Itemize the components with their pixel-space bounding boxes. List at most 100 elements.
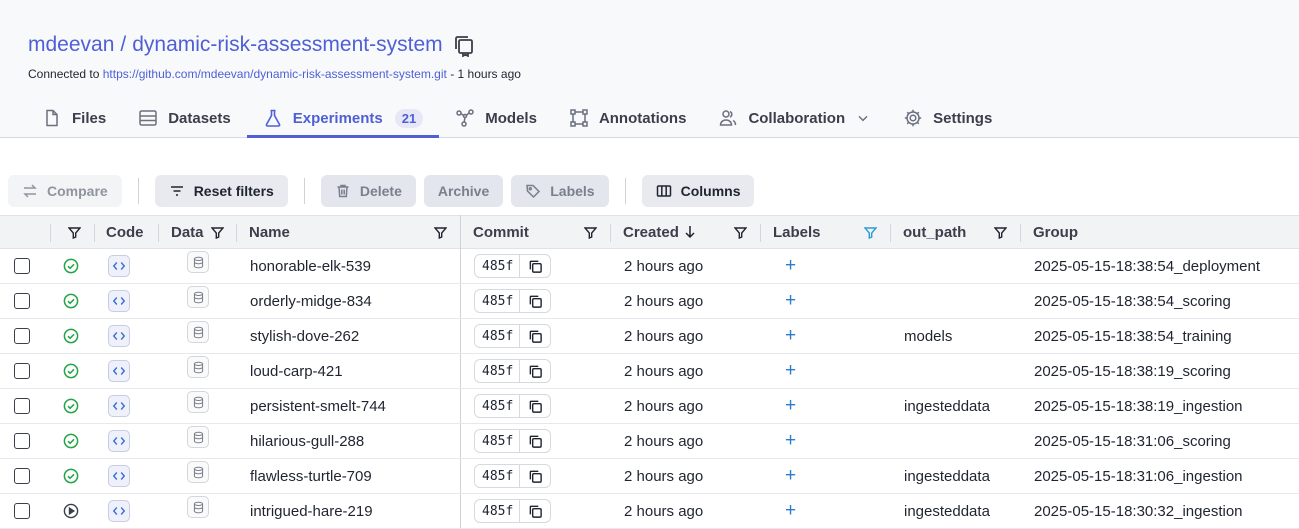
tab-experiments[interactable]: Experiments 21 (246, 100, 440, 138)
column-header-labels[interactable]: Labels (773, 216, 821, 248)
experiment-name-link[interactable]: intrigued-hare-219 (250, 494, 373, 528)
tab-settings[interactable]: Settings (887, 100, 1008, 136)
database-icon[interactable] (187, 286, 209, 308)
experiment-name-link[interactable]: orderly-midge-834 (250, 284, 372, 318)
add-label-button[interactable]: + (785, 389, 796, 423)
table-row[interactable]: honorable-elk-539 485f 2 hours ago +2025-05… (0, 249, 1299, 284)
code-link[interactable] (108, 494, 130, 528)
table-row[interactable]: stylish-dove-262 485f 2 hours ago + models 20… (0, 319, 1299, 354)
copy-commit-icon[interactable] (520, 395, 550, 417)
copy-commit-icon[interactable] (520, 430, 550, 452)
labels-button[interactable]: Labels (511, 175, 609, 207)
data-link[interactable] (187, 455, 209, 489)
reset-filters-button[interactable]: Reset filters (154, 175, 288, 207)
column-header-commit[interactable]: Commit (473, 216, 529, 248)
table-row[interactable]: loud-carp-421 485f 2 hours ago +2025-05-15-… (0, 354, 1299, 389)
add-label-button[interactable]: + (785, 354, 796, 388)
database-icon[interactable] (187, 391, 209, 413)
copy-commit-icon[interactable] (520, 290, 550, 312)
add-label-button[interactable]: + (785, 284, 796, 318)
experiment-name-link[interactable]: stylish-dove-262 (250, 319, 359, 353)
row-select-checkbox[interactable] (14, 424, 30, 458)
tab-files[interactable]: Files (26, 100, 122, 136)
copy-commit-icon[interactable] (520, 360, 550, 382)
code-link[interactable] (108, 284, 130, 318)
labels-filter-button[interactable] (864, 216, 877, 248)
table-row[interactable]: hilarious-gull-288 485f 2 hours ago +2025-0… (0, 424, 1299, 459)
commit-filter-button[interactable] (584, 216, 597, 248)
name-filter-button[interactable] (434, 216, 447, 248)
experiment-name-link[interactable]: loud-carp-421 (250, 354, 343, 388)
status-filter-button[interactable] (68, 216, 81, 248)
code-icon[interactable] (108, 500, 130, 522)
sort-desc-icon[interactable] (684, 216, 696, 248)
add-label-button[interactable]: + (785, 459, 796, 493)
row-select-checkbox[interactable] (14, 284, 30, 318)
column-header-name[interactable]: Name (249, 216, 290, 248)
copy-icon[interactable] (452, 33, 476, 57)
checkbox[interactable] (14, 503, 30, 519)
data-link[interactable] (187, 280, 209, 314)
database-icon[interactable] (187, 461, 209, 483)
commit-hash-link[interactable]: 485f (475, 325, 521, 347)
columns-button[interactable]: Columns (641, 175, 755, 207)
checkbox[interactable] (14, 468, 30, 484)
database-icon[interactable] (187, 426, 209, 448)
experiment-name-link[interactable]: honorable-elk-539 (250, 249, 371, 283)
data-filter-button[interactable] (211, 216, 224, 248)
column-header-group[interactable]: Group (1033, 216, 1078, 248)
database-icon[interactable] (187, 356, 209, 378)
table-row[interactable]: persistent-smelt-744 485f 2 hours ago + inge… (0, 389, 1299, 424)
repo-url-link[interactable]: https://github.com/mdeevan/dynamic-risk-… (103, 67, 447, 81)
checkbox[interactable] (14, 258, 30, 274)
data-link[interactable] (187, 385, 209, 419)
code-icon[interactable] (108, 430, 130, 452)
delete-button[interactable]: Delete (320, 175, 416, 207)
copy-commit-icon[interactable] (520, 255, 550, 277)
archive-button[interactable]: Archive (423, 175, 504, 207)
code-icon[interactable] (108, 290, 130, 312)
data-link[interactable] (187, 490, 209, 524)
row-select-checkbox[interactable] (14, 354, 30, 388)
tab-models[interactable]: Models (439, 100, 553, 136)
add-label-button[interactable]: + (785, 424, 796, 458)
copy-commit-icon[interactable] (520, 500, 550, 522)
compare-button[interactable]: Compare (8, 175, 122, 207)
checkbox[interactable] (14, 328, 30, 344)
out-path-filter-button[interactable] (994, 216, 1007, 248)
commit-hash-link[interactable]: 485f (475, 430, 521, 452)
table-row[interactable]: orderly-midge-834 485f 2 hours ago +2025-05… (0, 284, 1299, 319)
repo-name-link[interactable]: dynamic-risk-assessment-system (132, 33, 442, 57)
checkbox[interactable] (14, 363, 30, 379)
repo-owner-link[interactable]: mdeevan (28, 33, 114, 57)
created-filter-button[interactable] (734, 216, 747, 248)
data-link[interactable] (187, 350, 209, 384)
checkbox[interactable] (14, 398, 30, 414)
row-select-checkbox[interactable] (14, 389, 30, 423)
code-icon[interactable] (108, 325, 130, 347)
database-icon[interactable] (187, 321, 209, 343)
add-label-button[interactable]: + (785, 249, 796, 283)
table-row[interactable]: flawless-turtle-709 485f 2 hours ago + inges… (0, 459, 1299, 494)
add-label-button[interactable]: + (785, 319, 796, 353)
tab-datasets[interactable]: Datasets (122, 100, 247, 136)
code-link[interactable] (108, 249, 130, 283)
code-link[interactable] (108, 354, 130, 388)
column-header-out-path[interactable]: out_path (903, 216, 966, 248)
checkbox[interactable] (14, 293, 30, 309)
add-label-button[interactable]: + (785, 494, 796, 528)
commit-hash-link[interactable]: 485f (475, 500, 521, 522)
experiment-name-link[interactable]: flawless-turtle-709 (250, 459, 372, 493)
table-row[interactable]: intrigued-hare-219 485f 2 hours ago + ingest… (0, 494, 1299, 529)
code-link[interactable] (108, 389, 130, 423)
code-link[interactable] (108, 459, 130, 493)
row-select-checkbox[interactable] (14, 494, 30, 528)
column-header-created[interactable]: Created (623, 216, 679, 248)
tab-annotations[interactable]: Annotations (553, 100, 703, 136)
tab-collaboration[interactable]: Collaboration (702, 100, 887, 136)
commit-hash-link[interactable]: 485f (475, 290, 521, 312)
code-icon[interactable] (108, 360, 130, 382)
code-icon[interactable] (108, 255, 130, 277)
data-link[interactable] (187, 245, 209, 279)
code-link[interactable] (108, 424, 130, 458)
